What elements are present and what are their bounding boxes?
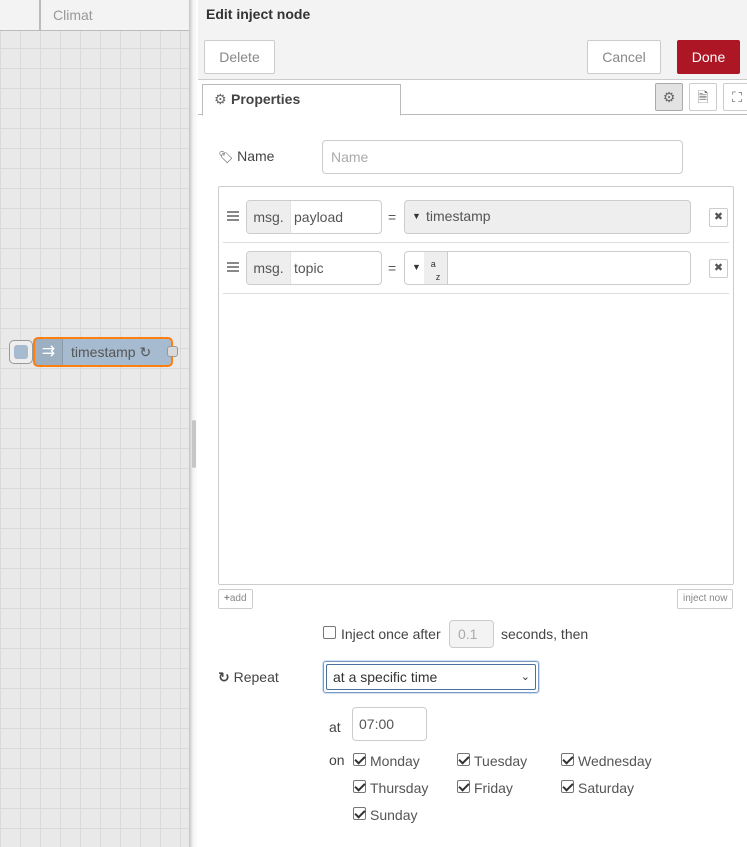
remove-row-button[interactable]: ✖: [709, 259, 728, 278]
seconds-then-label: seconds, then: [501, 626, 589, 642]
property-value-typed-input[interactable]: ▼ az: [404, 251, 691, 285]
name-input[interactable]: [322, 140, 683, 174]
remove-row-button[interactable]: ✖: [709, 208, 728, 227]
day-monday-label: Monday: [370, 753, 420, 769]
property-name-field[interactable]: msg. payload: [246, 200, 382, 234]
property-name-value[interactable]: topic: [294, 252, 324, 284]
at-label: at: [329, 719, 341, 735]
inject-once-delay-input[interactable]: 0.1: [449, 620, 494, 648]
caret-down-icon[interactable]: ▼: [412, 211, 421, 221]
day-thursday-label: Thursday: [370, 780, 429, 796]
caret-down-icon[interactable]: ▼: [412, 262, 421, 272]
tray-title: Edit inject node: [206, 6, 311, 22]
add-label: add: [229, 593, 247, 604]
workspace-tab-previous[interactable]: [0, 0, 40, 31]
sidebar-splitter[interactable]: [189, 0, 198, 847]
day-thursday-checkbox[interactable]: [353, 780, 366, 793]
inject-node-trigger-button[interactable]: [9, 340, 33, 364]
tab-appearance-button[interactable]: ⛶: [723, 83, 747, 111]
day-monday-checkbox[interactable]: [353, 753, 366, 766]
inject-node-output-port[interactable]: [167, 346, 178, 357]
day-wednesday-checkbox[interactable]: [561, 753, 574, 766]
property-row-payload: msg. payload = ▼ timestamp ✖: [223, 192, 729, 243]
workspace-tab-climat[interactable]: Climat: [40, 0, 200, 31]
chevron-down-icon: ⌄: [520, 671, 530, 683]
done-button[interactable]: Done: [677, 40, 740, 74]
name-label-text: Name: [237, 148, 275, 164]
frame-icon: ⛶: [732, 89, 742, 105]
day-tuesday-label: Tuesday: [474, 753, 528, 769]
tab-description-button[interactable]: 🗎: [689, 83, 717, 111]
tag-icon: 🏷: [218, 150, 234, 164]
edit-tray: Edit inject node Delete Cancel Done ⚙ Pr…: [198, 0, 747, 847]
property-row-topic: msg. topic = ▼ az ✖: [223, 243, 729, 294]
delete-button[interactable]: Delete: [204, 40, 275, 74]
workspace-tab-bar: Climat: [0, 0, 200, 31]
inject-node[interactable]: ⇉ timestamp ↻: [33, 337, 173, 367]
day-saturday-checkbox[interactable]: [561, 780, 574, 793]
msg-prefix: msg.: [247, 201, 291, 233]
day-friday-checkbox[interactable]: [457, 780, 470, 793]
repeat-label-text: Repeat: [233, 669, 279, 685]
repeat-selected-value: at a specific time: [333, 669, 438, 685]
document-icon: 🗎: [697, 89, 709, 105]
day-tuesday-checkbox[interactable]: [457, 753, 470, 766]
equals-sign: =: [388, 209, 397, 225]
trigger-square-icon: [14, 345, 28, 359]
drag-handle-icon[interactable]: [227, 262, 239, 274]
repeat-select-inner[interactable]: at a specific time ⌄: [326, 664, 536, 690]
name-label: 🏷 Name: [218, 148, 274, 164]
time-input[interactable]: 07:00: [352, 707, 427, 741]
property-name-value[interactable]: payload: [294, 201, 343, 233]
day-sunday-label: Sunday: [370, 807, 418, 823]
inject-arrow-icon: ⇉: [35, 339, 63, 365]
gear-icon: ⚙: [214, 91, 227, 107]
drag-handle-icon[interactable]: [227, 211, 239, 223]
gear-icon: ⚙: [662, 89, 676, 105]
string-az-icon[interactable]: az: [424, 252, 448, 284]
tab-properties-label: Properties: [231, 91, 301, 107]
tray-tab-bar: ⚙ Properties ⚙ 🗎 ⛶: [198, 80, 747, 116]
day-saturday-label: Saturday: [578, 780, 635, 796]
type-label: timestamp: [426, 208, 491, 224]
refresh-icon: ↻: [218, 669, 230, 685]
inject-once-label: Inject once after: [341, 626, 441, 642]
day-wednesday-label: Wednesday: [578, 753, 652, 769]
splitter-grip-icon[interactable]: [192, 420, 196, 468]
tab-properties[interactable]: ⚙ Properties: [202, 84, 401, 116]
inject-node-label: timestamp ↻: [71, 344, 152, 360]
message-properties-list[interactable]: msg. payload = ▼ timestamp ✖ msg. topic …: [218, 186, 734, 585]
property-value-typed-input[interactable]: ▼ timestamp: [404, 200, 691, 234]
tab-properties-gear-button[interactable]: ⚙: [655, 83, 683, 111]
workspace-canvas[interactable]: Climat ⇉ timestamp ↻: [0, 0, 200, 847]
cancel-button[interactable]: Cancel: [587, 40, 661, 74]
day-sunday-checkbox[interactable]: [353, 807, 366, 820]
equals-sign: =: [388, 260, 397, 276]
add-property-button[interactable]: +add: [218, 589, 253, 609]
tray-header: Edit inject node Delete Cancel Done: [198, 0, 747, 80]
repeat-select[interactable]: at a specific time ⌄: [323, 661, 539, 693]
repeat-label: ↻ Repeat: [218, 669, 279, 686]
day-friday-label: Friday: [474, 780, 513, 796]
inject-now-button[interactable]: inject now: [677, 589, 734, 609]
on-label: on: [329, 752, 345, 768]
property-name-field[interactable]: msg. topic: [246, 251, 382, 285]
inject-once-checkbox[interactable]: [323, 626, 336, 639]
msg-prefix: msg.: [247, 252, 291, 284]
